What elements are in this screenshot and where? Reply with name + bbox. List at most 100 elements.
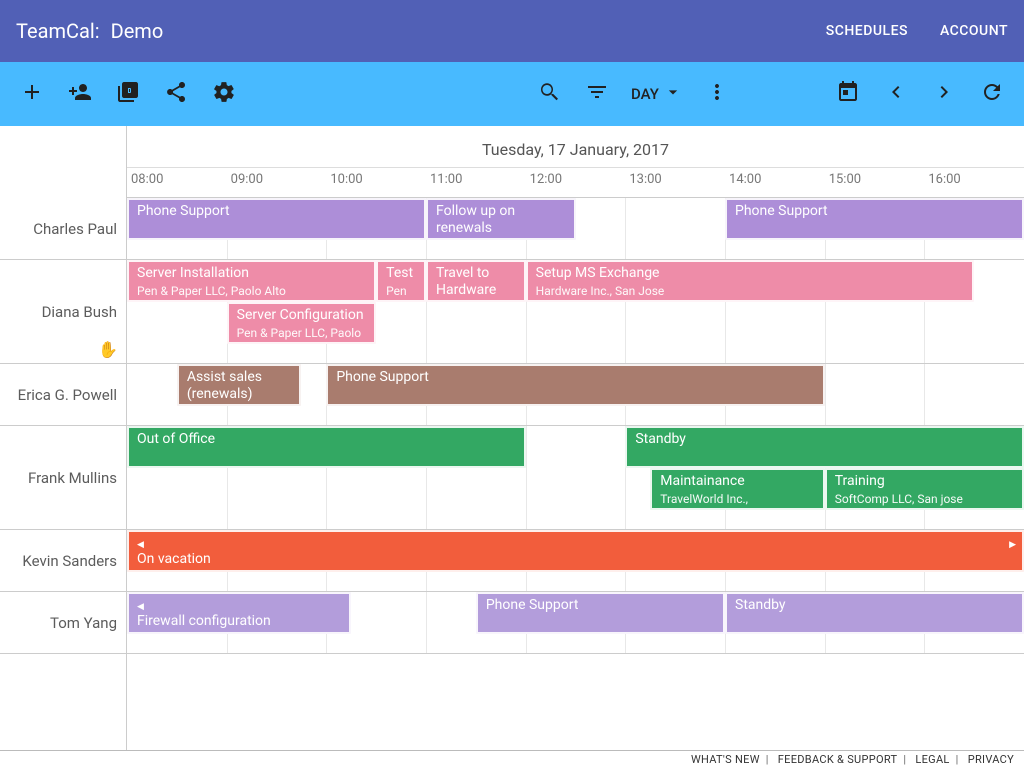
chevron-left-icon xyxy=(884,80,908,108)
event-subtitle: Pen & Paper LLC, Paolo Alto xyxy=(137,284,366,298)
schedule-row: Phone Support Follow up on renewals Phone … xyxy=(127,198,1024,260)
event[interactable]: Server Installation Pen & Paper LLC, Paol… xyxy=(127,260,376,302)
time-header: 08:0009:0010:0011:0012:0013:0014:0015:00… xyxy=(127,164,1024,198)
time-label: 08:00 xyxy=(127,164,167,198)
event[interactable]: Out of Office xyxy=(127,426,526,468)
event[interactable]: Server ConfigurationPen & Paper LLC, Pao… xyxy=(227,302,377,344)
settings-button[interactable] xyxy=(200,70,248,118)
dropdown-arrow-icon xyxy=(659,82,683,106)
schedule-row: On vacation xyxy=(127,530,1024,592)
search-icon xyxy=(537,80,561,108)
more-button[interactable] xyxy=(693,70,741,118)
nav-schedules[interactable]: SCHEDULES xyxy=(826,23,908,39)
event-title: Standby xyxy=(635,431,1014,448)
event[interactable]: Travel to Hardware xyxy=(426,260,526,302)
add-user-button[interactable] xyxy=(56,70,104,118)
share-icon xyxy=(164,80,188,108)
schedule-row: Firewall configuration SoftComp LLC, San … xyxy=(127,592,1024,654)
event-subtitle: SoftComp LLC, San Jose xyxy=(137,632,341,634)
share-button[interactable] xyxy=(152,70,200,118)
event-title: Phone Support xyxy=(486,597,715,614)
footer-feedback[interactable]: FEEDBACK & SUPPORT xyxy=(778,753,898,766)
time-label: 14:00 xyxy=(725,164,765,198)
filter-button[interactable] xyxy=(573,70,621,118)
demo-label: Demo xyxy=(111,19,164,43)
event[interactable]: Maintainance TravelWorld Inc., xyxy=(650,468,824,510)
refresh-button[interactable] xyxy=(968,70,1016,118)
event[interactable]: Phone Support xyxy=(725,198,1024,240)
pdf-icon xyxy=(116,80,140,108)
time-label: 11:00 xyxy=(426,164,466,198)
event-title: Setup MS Exchange xyxy=(536,265,965,282)
event-subtitle: Pen xyxy=(386,284,416,298)
pdf-button[interactable] xyxy=(104,70,152,118)
event[interactable]: Firewall configuration SoftComp LLC, San … xyxy=(127,592,351,634)
time-label: 09:00 xyxy=(227,164,267,198)
time-label: 16:00 xyxy=(924,164,964,198)
footer-whatsnew[interactable]: WHAT'S NEW xyxy=(691,753,760,766)
plus-icon xyxy=(20,80,44,108)
person-name[interactable]: Diana Bush xyxy=(0,260,127,364)
chevron-right-icon xyxy=(932,80,956,108)
event[interactable]: Training SoftComp LLC, San jose xyxy=(825,468,1024,510)
event-title: On vacation xyxy=(137,551,1014,568)
event[interactable]: Test Pen xyxy=(376,260,426,302)
event-title: Server Configuration xyxy=(237,307,367,324)
event-title: Firewall configuration xyxy=(137,613,341,630)
event-title: Maintainance xyxy=(660,473,814,490)
schedule-row: Assist sales (renewals) Phone Support xyxy=(127,364,1024,426)
event-title: Server Installation xyxy=(137,265,366,282)
event-subtitle: TravelWorld Inc., xyxy=(660,492,814,506)
filter-icon xyxy=(585,80,609,108)
time-label: 15:00 xyxy=(825,164,865,198)
event[interactable]: Phone Support xyxy=(127,198,426,240)
event[interactable]: Standby xyxy=(625,426,1024,468)
event[interactable]: Standby xyxy=(725,592,1024,634)
event[interactable]: On vacation xyxy=(127,530,1024,572)
gear-icon xyxy=(212,80,236,108)
event-title: Travel to Hardware xyxy=(436,265,516,299)
person-name[interactable]: Tom Yang xyxy=(0,592,127,654)
event[interactable]: Assist sales (renewals) xyxy=(177,364,302,406)
schedule-row: Server Installation Pen & Paper LLC, Paol… xyxy=(127,260,1024,364)
view-select[interactable]: DAY xyxy=(631,82,683,106)
time-label: 10:00 xyxy=(326,164,366,198)
event-subtitle: SoftComp LLC, San jose xyxy=(835,492,1014,506)
event-title: Out of Office xyxy=(137,431,516,448)
event-title: Assist sales (renewals) xyxy=(187,369,292,403)
schedule-grid: Charles PaulDiana BushErica G. PowellFra… xyxy=(0,126,1024,750)
footer-legal[interactable]: LEGAL xyxy=(915,753,949,766)
event[interactable]: Follow up on renewals xyxy=(426,198,576,240)
event[interactable]: Phone Support xyxy=(476,592,725,634)
today-button[interactable] xyxy=(824,70,872,118)
person-name[interactable]: Frank Mullins xyxy=(0,426,127,530)
search-button[interactable] xyxy=(525,70,573,118)
person-add-icon xyxy=(68,80,92,108)
person-name[interactable]: Kevin Sanders xyxy=(0,530,127,592)
footer-privacy[interactable]: PRIVACY xyxy=(968,753,1014,766)
event-title: Phone Support xyxy=(735,203,1014,220)
event-title: Follow up on renewals xyxy=(436,203,566,237)
event-title: Test xyxy=(386,265,416,282)
refresh-icon xyxy=(980,80,1004,108)
person-name[interactable]: Erica G. Powell xyxy=(0,364,127,426)
person-name[interactable]: Charles Paul xyxy=(0,198,127,260)
prev-button[interactable] xyxy=(872,70,920,118)
next-button[interactable] xyxy=(920,70,968,118)
event[interactable]: Phone Support xyxy=(326,364,824,406)
view-select-label: DAY xyxy=(631,85,659,103)
footer: WHAT'S NEW| FEEDBACK & SUPPORT| LEGAL| P… xyxy=(0,750,1024,768)
event[interactable]: Setup MS Exchange Hardware Inc., San Jose xyxy=(526,260,975,302)
name-column: Charles PaulDiana BushErica G. PowellFra… xyxy=(0,126,127,750)
add-button[interactable] xyxy=(8,70,56,118)
event-subtitle: Hardware Inc., San Jose xyxy=(536,284,965,298)
calendar-today-icon xyxy=(836,80,860,108)
header-nav: SCHEDULES ACCOUNT xyxy=(798,23,1008,39)
brand-name: TeamCal: xyxy=(16,19,100,43)
event-title: Standby xyxy=(735,597,1014,614)
event-title: Phone Support xyxy=(336,369,814,386)
events-grid[interactable]: Phone Support Follow up on renewals Phone … xyxy=(127,198,1024,750)
more-vert-icon xyxy=(705,80,729,108)
nav-account[interactable]: ACCOUNT xyxy=(940,23,1008,39)
event-title: Training xyxy=(835,473,1014,490)
